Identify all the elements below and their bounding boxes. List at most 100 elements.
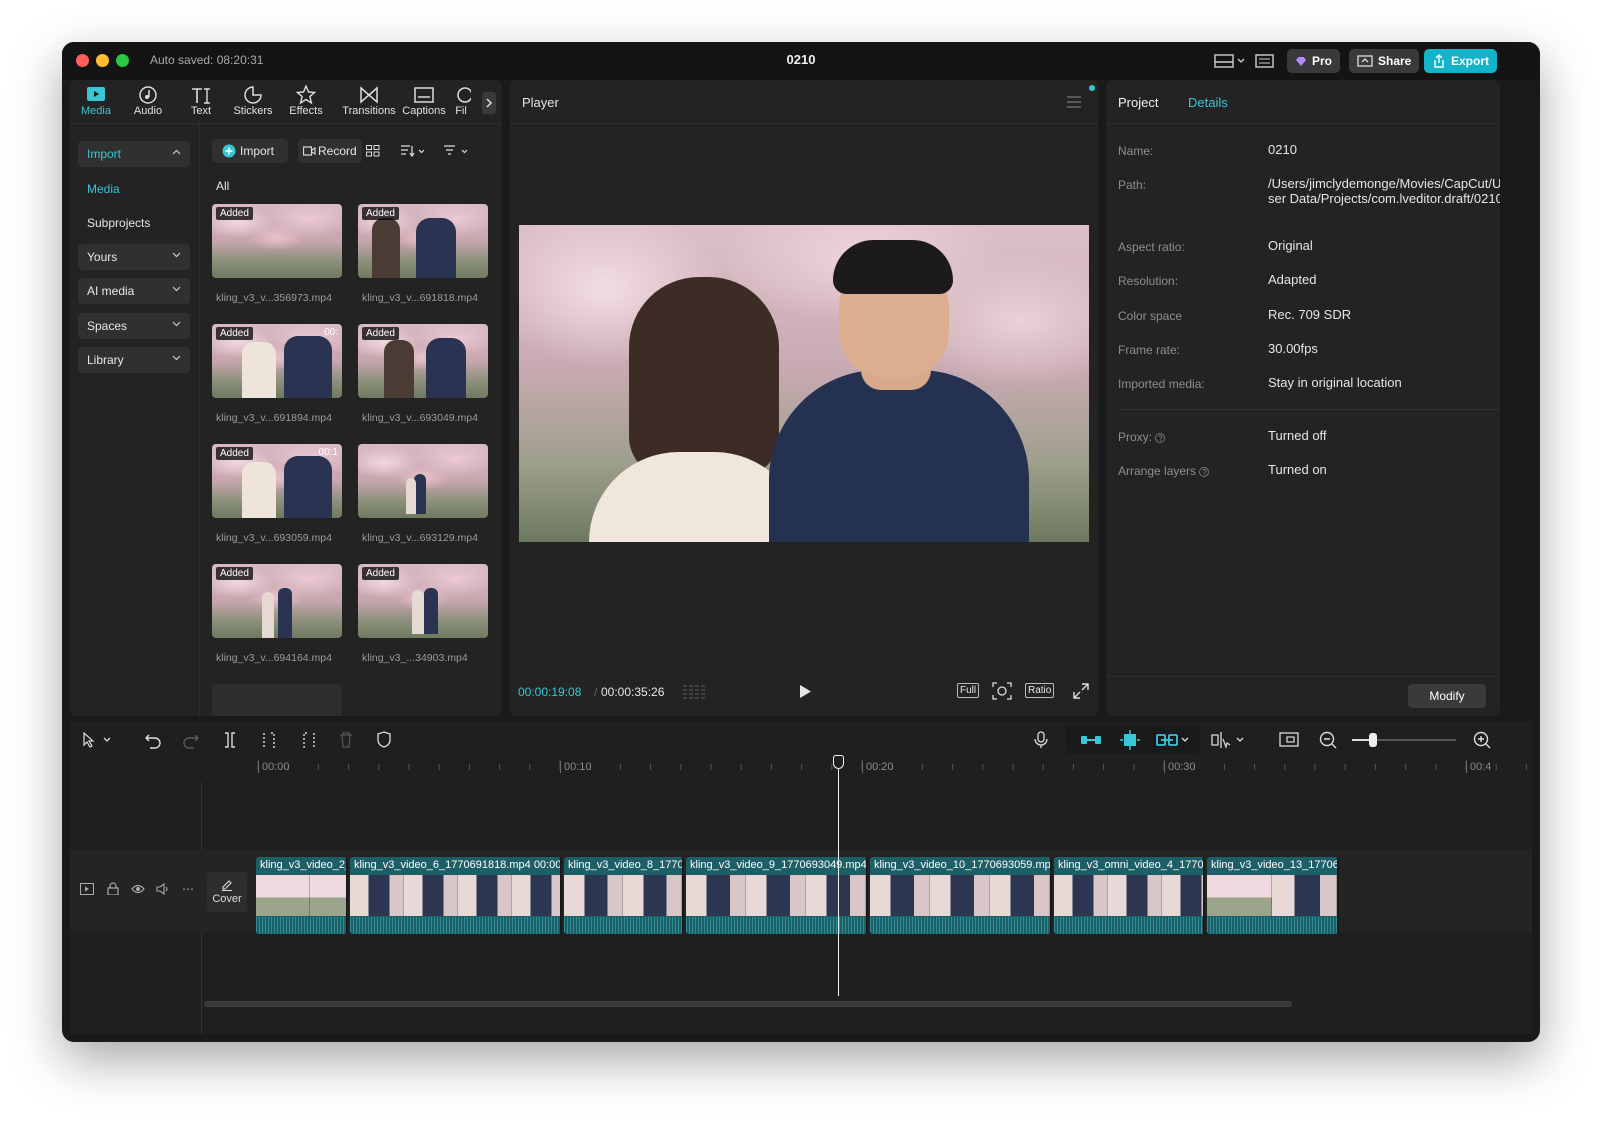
timeline-clip[interactable]: kling_v3_video_13_1770694 [1207, 857, 1339, 934]
nav-subprojects[interactable]: Subprojects [87, 216, 150, 230]
share-label: Share [1378, 54, 1412, 68]
full-label: Full [960, 685, 977, 696]
arrange-label-text: Arrange layers [1118, 464, 1197, 478]
media-thumbnail[interactable]: Added 00: [212, 324, 342, 398]
info-icon[interactable]: ? [1155, 432, 1166, 443]
media-thumbnail-partial[interactable] [212, 684, 342, 716]
record-button[interactable]: Record [298, 139, 362, 163]
layout-icon[interactable] [1214, 52, 1248, 70]
picture-in-picture-icon[interactable] [1279, 731, 1299, 749]
grid-view-icon[interactable] [366, 145, 380, 157]
scroll-tabs-right-button[interactable] [482, 92, 496, 114]
link-clips-icon[interactable] [1156, 733, 1190, 747]
tab-effects[interactable]: Effects [280, 83, 332, 121]
shield-icon[interactable] [376, 731, 392, 749]
maximize-window-button[interactable] [116, 54, 129, 67]
tab-media[interactable]: Media [70, 83, 122, 121]
more-options-icon[interactable]: ⋯ [182, 882, 194, 896]
horizontal-scrollbar[interactable] [204, 1001, 1292, 1007]
ratio-button[interactable]: Ratio [1025, 683, 1055, 698]
zoom-slider[interactable] [1352, 733, 1456, 747]
split-icon[interactable] [222, 731, 238, 749]
tab-text[interactable]: Text [175, 83, 227, 121]
media-thumbnail[interactable]: Added 00:1 [212, 444, 342, 518]
export-icon [1432, 54, 1446, 68]
clip-label: kling_v3_omni_video_4_177073 [1058, 859, 1205, 871]
nav-media[interactable]: Media [87, 182, 120, 196]
nav-import[interactable]: Import [78, 141, 190, 167]
share-button[interactable]: Share [1349, 49, 1420, 73]
media-thumbnail[interactable] [358, 444, 488, 518]
detail-value-resolution: Adapted [1268, 272, 1317, 287]
detail-value-path: /Users/jimclydemonge/Movies/CapCut/User … [1268, 176, 1500, 206]
lock-icon[interactable] [107, 882, 119, 895]
tab-audio[interactable]: Audio [122, 83, 174, 121]
filter-icon[interactable] [443, 144, 471, 158]
undo-icon[interactable] [144, 731, 162, 749]
delete-right-icon[interactable] [300, 731, 316, 749]
export-button[interactable]: Export [1424, 49, 1498, 73]
nav-yours[interactable]: Yours [78, 244, 190, 270]
playhead[interactable] [833, 755, 844, 996]
timeline-clip[interactable]: kling_v3_video_8_177069 [564, 857, 684, 934]
detail-value-proxy: Turned off [1268, 428, 1327, 443]
media-thumbnail[interactable]: Added [212, 564, 342, 638]
tab-captions[interactable]: Captions [398, 83, 450, 121]
timeline-clip[interactable]: kling_v3_video_6_1770691818.mp4 00:00: [350, 857, 562, 934]
tab-transitions[interactable]: Transitions [338, 83, 400, 121]
cover-button[interactable]: Cover [207, 872, 247, 912]
timeline-clip[interactable]: kling_v3_video_9_1770693049.mp4 [686, 857, 868, 934]
redo-icon[interactable] [182, 731, 200, 749]
media-thumbnail[interactable]: Added [358, 324, 488, 398]
menu-icon[interactable] [1066, 96, 1082, 108]
preview-axis-icon[interactable] [1210, 731, 1246, 749]
modify-button[interactable]: Modify [1408, 684, 1486, 708]
clip-frames [870, 875, 1050, 916]
import-media-button[interactable]: Import [212, 139, 288, 163]
details-panel: Project Details Name: 0210 Path: /Users/… [1106, 80, 1500, 716]
tab-project[interactable]: Project [1118, 95, 1158, 110]
delete-left-icon[interactable] [262, 731, 278, 749]
tab-filters[interactable]: Fil [448, 83, 474, 121]
camera-icon [303, 146, 316, 156]
zoom-slider-handle[interactable] [1369, 733, 1377, 747]
nav-library[interactable]: Library [78, 347, 190, 373]
tab-stickers[interactable]: Stickers [227, 83, 279, 121]
pro-button[interactable]: Pro [1287, 49, 1341, 73]
trash-icon[interactable] [338, 731, 354, 749]
filter-all[interactable]: All [216, 179, 229, 193]
close-window-button[interactable] [76, 54, 89, 67]
timeline-view-icon[interactable] [682, 684, 708, 700]
media-thumbnail[interactable]: Added [358, 204, 488, 278]
audio-waveform [256, 917, 346, 934]
eye-icon[interactable] [131, 884, 145, 894]
nav-ai-media[interactable]: AI media [78, 278, 190, 304]
nav-spaces[interactable]: Spaces [78, 313, 190, 339]
timeline-clip[interactable]: kling_v3_video_2_1 [256, 857, 348, 934]
microphone-icon[interactable] [1034, 731, 1048, 749]
shortcut-icon[interactable] [1255, 52, 1275, 70]
magnet-link-icon[interactable] [1080, 733, 1102, 747]
playhead-handle[interactable] [833, 755, 844, 769]
text-icon [175, 85, 227, 105]
auto-snap-icon[interactable] [1119, 730, 1141, 750]
fullscreen-icon[interactable] [1073, 683, 1089, 699]
track-video-icon[interactable] [80, 883, 94, 895]
tab-details[interactable]: Details [1188, 95, 1228, 110]
timeline-clip[interactable]: kling_v3_video_10_1770693059.mp4 [870, 857, 1052, 934]
media-thumbnail[interactable]: Added [358, 564, 488, 638]
sort-icon[interactable] [400, 144, 426, 158]
select-tool-icon[interactable] [82, 732, 112, 748]
full-quality-button[interactable]: Full [957, 683, 980, 698]
speaker-icon[interactable] [156, 883, 170, 895]
video-preview[interactable] [519, 225, 1089, 542]
media-thumbnail[interactable]: Added [212, 204, 342, 278]
zoom-out-icon[interactable] [1319, 731, 1337, 749]
zoom-preview-icon[interactable] [992, 682, 1012, 700]
info-icon[interactable]: ? [1199, 466, 1210, 477]
zoom-in-icon[interactable] [1473, 731, 1491, 749]
timeline-clip[interactable]: kling_v3_omni_video_4_177073 [1054, 857, 1205, 934]
detail-label-name: Name: [1118, 144, 1154, 158]
minimize-window-button[interactable] [96, 54, 109, 67]
play-icon[interactable] [798, 684, 812, 699]
